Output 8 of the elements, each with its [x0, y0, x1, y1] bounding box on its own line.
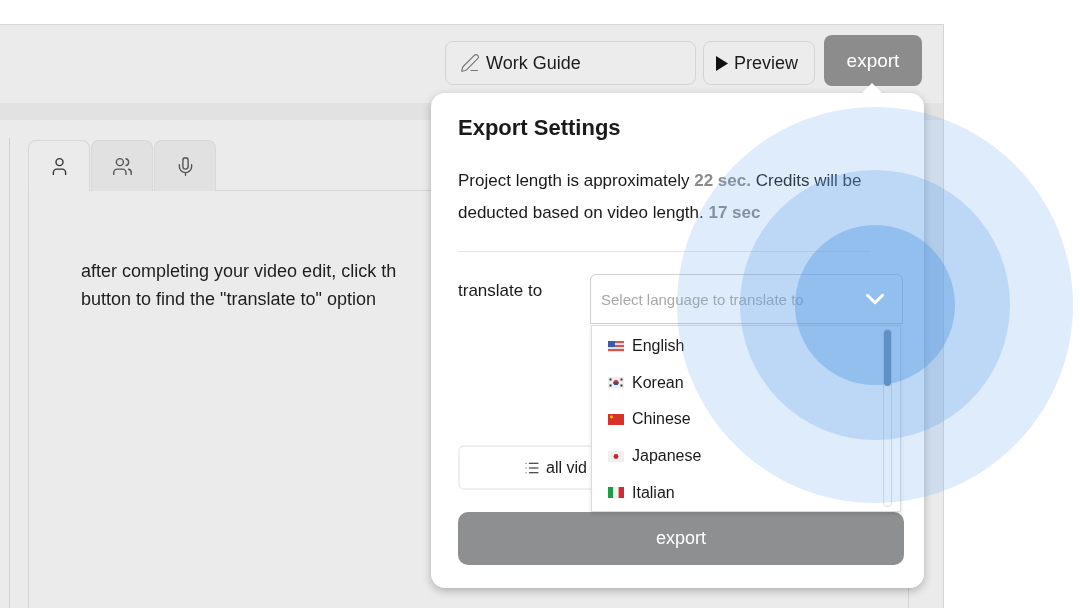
language-name: English [632, 337, 685, 356]
work-guide-button[interactable]: Work Guide [445, 41, 696, 85]
instruction-text: after completing your video edit, click th button to find the "translate to" option [81, 260, 397, 311]
field-label: translate to [458, 280, 544, 301]
popover-title: Export Settings [458, 115, 622, 141]
language-name: Korean [632, 373, 684, 392]
language-name: Chinese [632, 410, 691, 429]
preview-button[interactable]: Preview [703, 41, 815, 85]
